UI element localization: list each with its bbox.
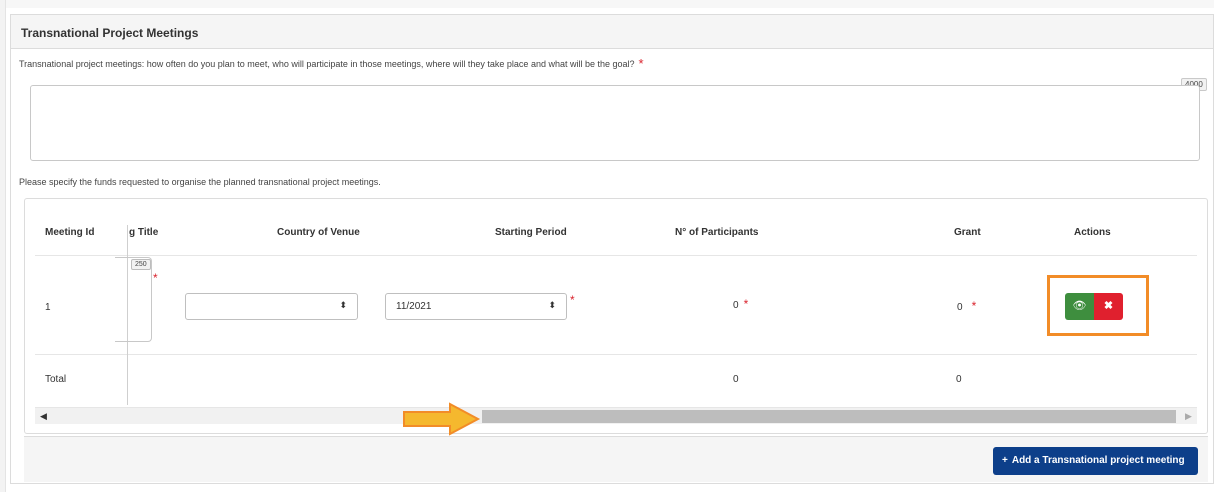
starting-period-required-mark: * [570, 293, 575, 307]
header-grant: Grant [954, 227, 981, 238]
total-participants: 0 [733, 374, 739, 385]
delete-meeting-button[interactable]: ✖ [1094, 293, 1123, 320]
actions-highlight-box: 👁 ✖ [1047, 275, 1149, 336]
header-divider [35, 255, 1197, 256]
horizontal-scrollbar[interactable]: ◀ ▶ [35, 407, 1197, 424]
header-actions: Actions [1074, 227, 1111, 238]
view-meeting-button[interactable]: 👁 [1065, 293, 1094, 320]
add-meeting-label: Add a Transnational project meeting [1011, 455, 1185, 466]
header-meeting-id: Meeting Id [45, 227, 95, 238]
add-meeting-button[interactable]: + Add a Transnational project meeting [993, 447, 1198, 475]
funds-label: Please specify the funds requested to or… [19, 177, 381, 187]
question-label-text: Transnational project meetings: how ofte… [19, 59, 635, 69]
participants-value: 0 [733, 300, 739, 311]
eye-icon: 👁 [1072, 300, 1087, 312]
row-divider [35, 354, 1197, 355]
scroll-right-arrow-icon[interactable]: ▶ [1180, 408, 1197, 425]
total-grant: 0 [956, 374, 962, 385]
starting-period-value: 11/2021 [396, 301, 432, 312]
panel-footer: + Add a Transnational project meeting [24, 436, 1208, 482]
header-starting-period: Starting Period [495, 227, 567, 238]
select-caret-icon: ⬍ [339, 300, 347, 310]
plus-icon: + [1002, 455, 1008, 466]
scroll-left-arrow-icon[interactable]: ◀ [35, 408, 52, 425]
arrow-pointer-icon [403, 402, 481, 436]
country-of-venue-select[interactable]: ⬍ [185, 293, 358, 320]
starting-period-select[interactable]: 11/2021 ⬍ [385, 293, 567, 320]
meetings-description-textarea[interactable] [30, 85, 1200, 161]
cell-meeting-id: 1 [45, 302, 51, 313]
required-mark: * [638, 56, 644, 71]
grant-value: 0 [957, 302, 963, 313]
arrow-shape [403, 402, 481, 436]
panel-title: Transnational Project Meetings [11, 15, 1213, 49]
meetings-table: Meeting Id g Title Country of Venue Star… [24, 198, 1208, 434]
header-country-of-venue: Country of Venue [277, 227, 360, 238]
grant-required-mark: * [971, 299, 977, 313]
title-required-mark: * [153, 271, 158, 285]
page-left-border [0, 0, 6, 492]
question-label: Transnational project meetings: how ofte… [19, 55, 644, 71]
page-top-strip [6, 0, 1214, 8]
total-label: Total [45, 374, 67, 385]
participants-required-mark: * [743, 297, 749, 311]
scrollbar-thumb[interactable] [482, 410, 1176, 423]
close-icon: ✖ [1103, 300, 1114, 312]
header-meeting-title: g Title [129, 227, 159, 238]
cell-grant: 0 * [957, 299, 976, 313]
select-caret-icon: ⬍ [548, 300, 556, 310]
cell-participants: 0 * [733, 297, 748, 311]
header-participants: N° of Participants [675, 227, 759, 238]
title-char-limit-badge: 250 [131, 259, 151, 270]
